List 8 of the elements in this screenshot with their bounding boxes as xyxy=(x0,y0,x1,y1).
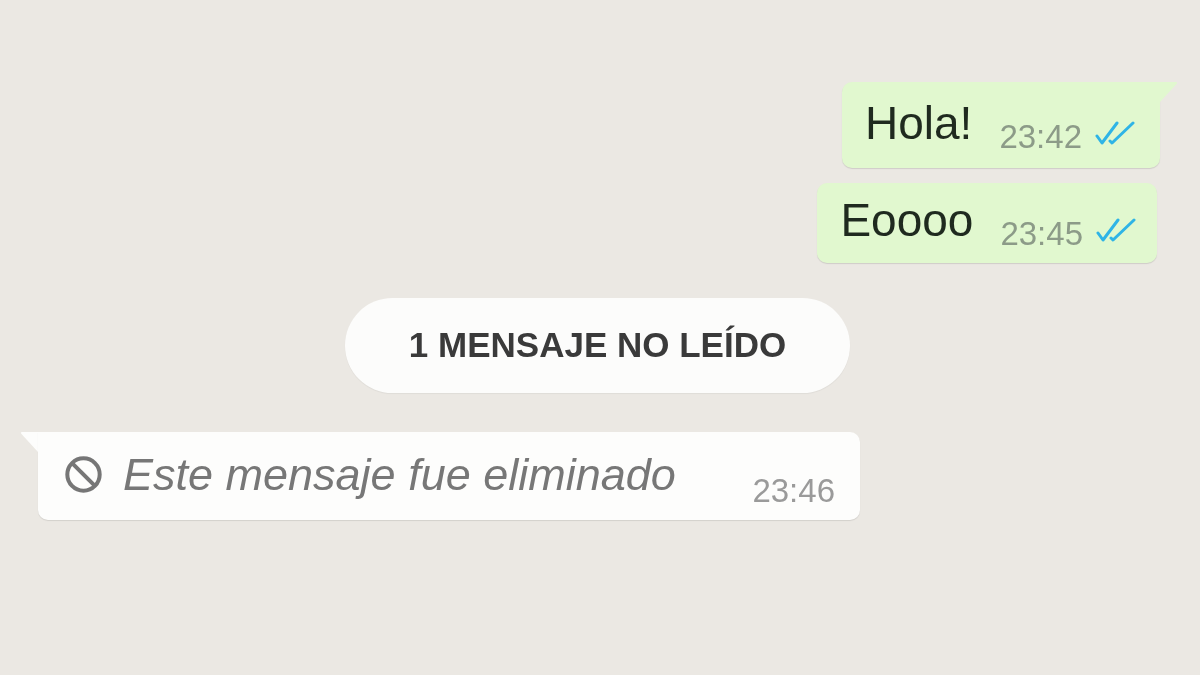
message-text: Este mensaje fue eliminado xyxy=(123,452,676,497)
message-text: Hola! xyxy=(865,100,973,146)
unread-messages-banner: 1 MENSAJE NO LEÍDO xyxy=(345,298,850,393)
blocked-icon xyxy=(65,456,102,493)
message-time: 23:45 xyxy=(1000,217,1083,250)
message-text: Eoooo xyxy=(840,197,974,243)
message-time: 23:46 xyxy=(752,474,835,507)
message-time: 23:42 xyxy=(999,120,1082,153)
